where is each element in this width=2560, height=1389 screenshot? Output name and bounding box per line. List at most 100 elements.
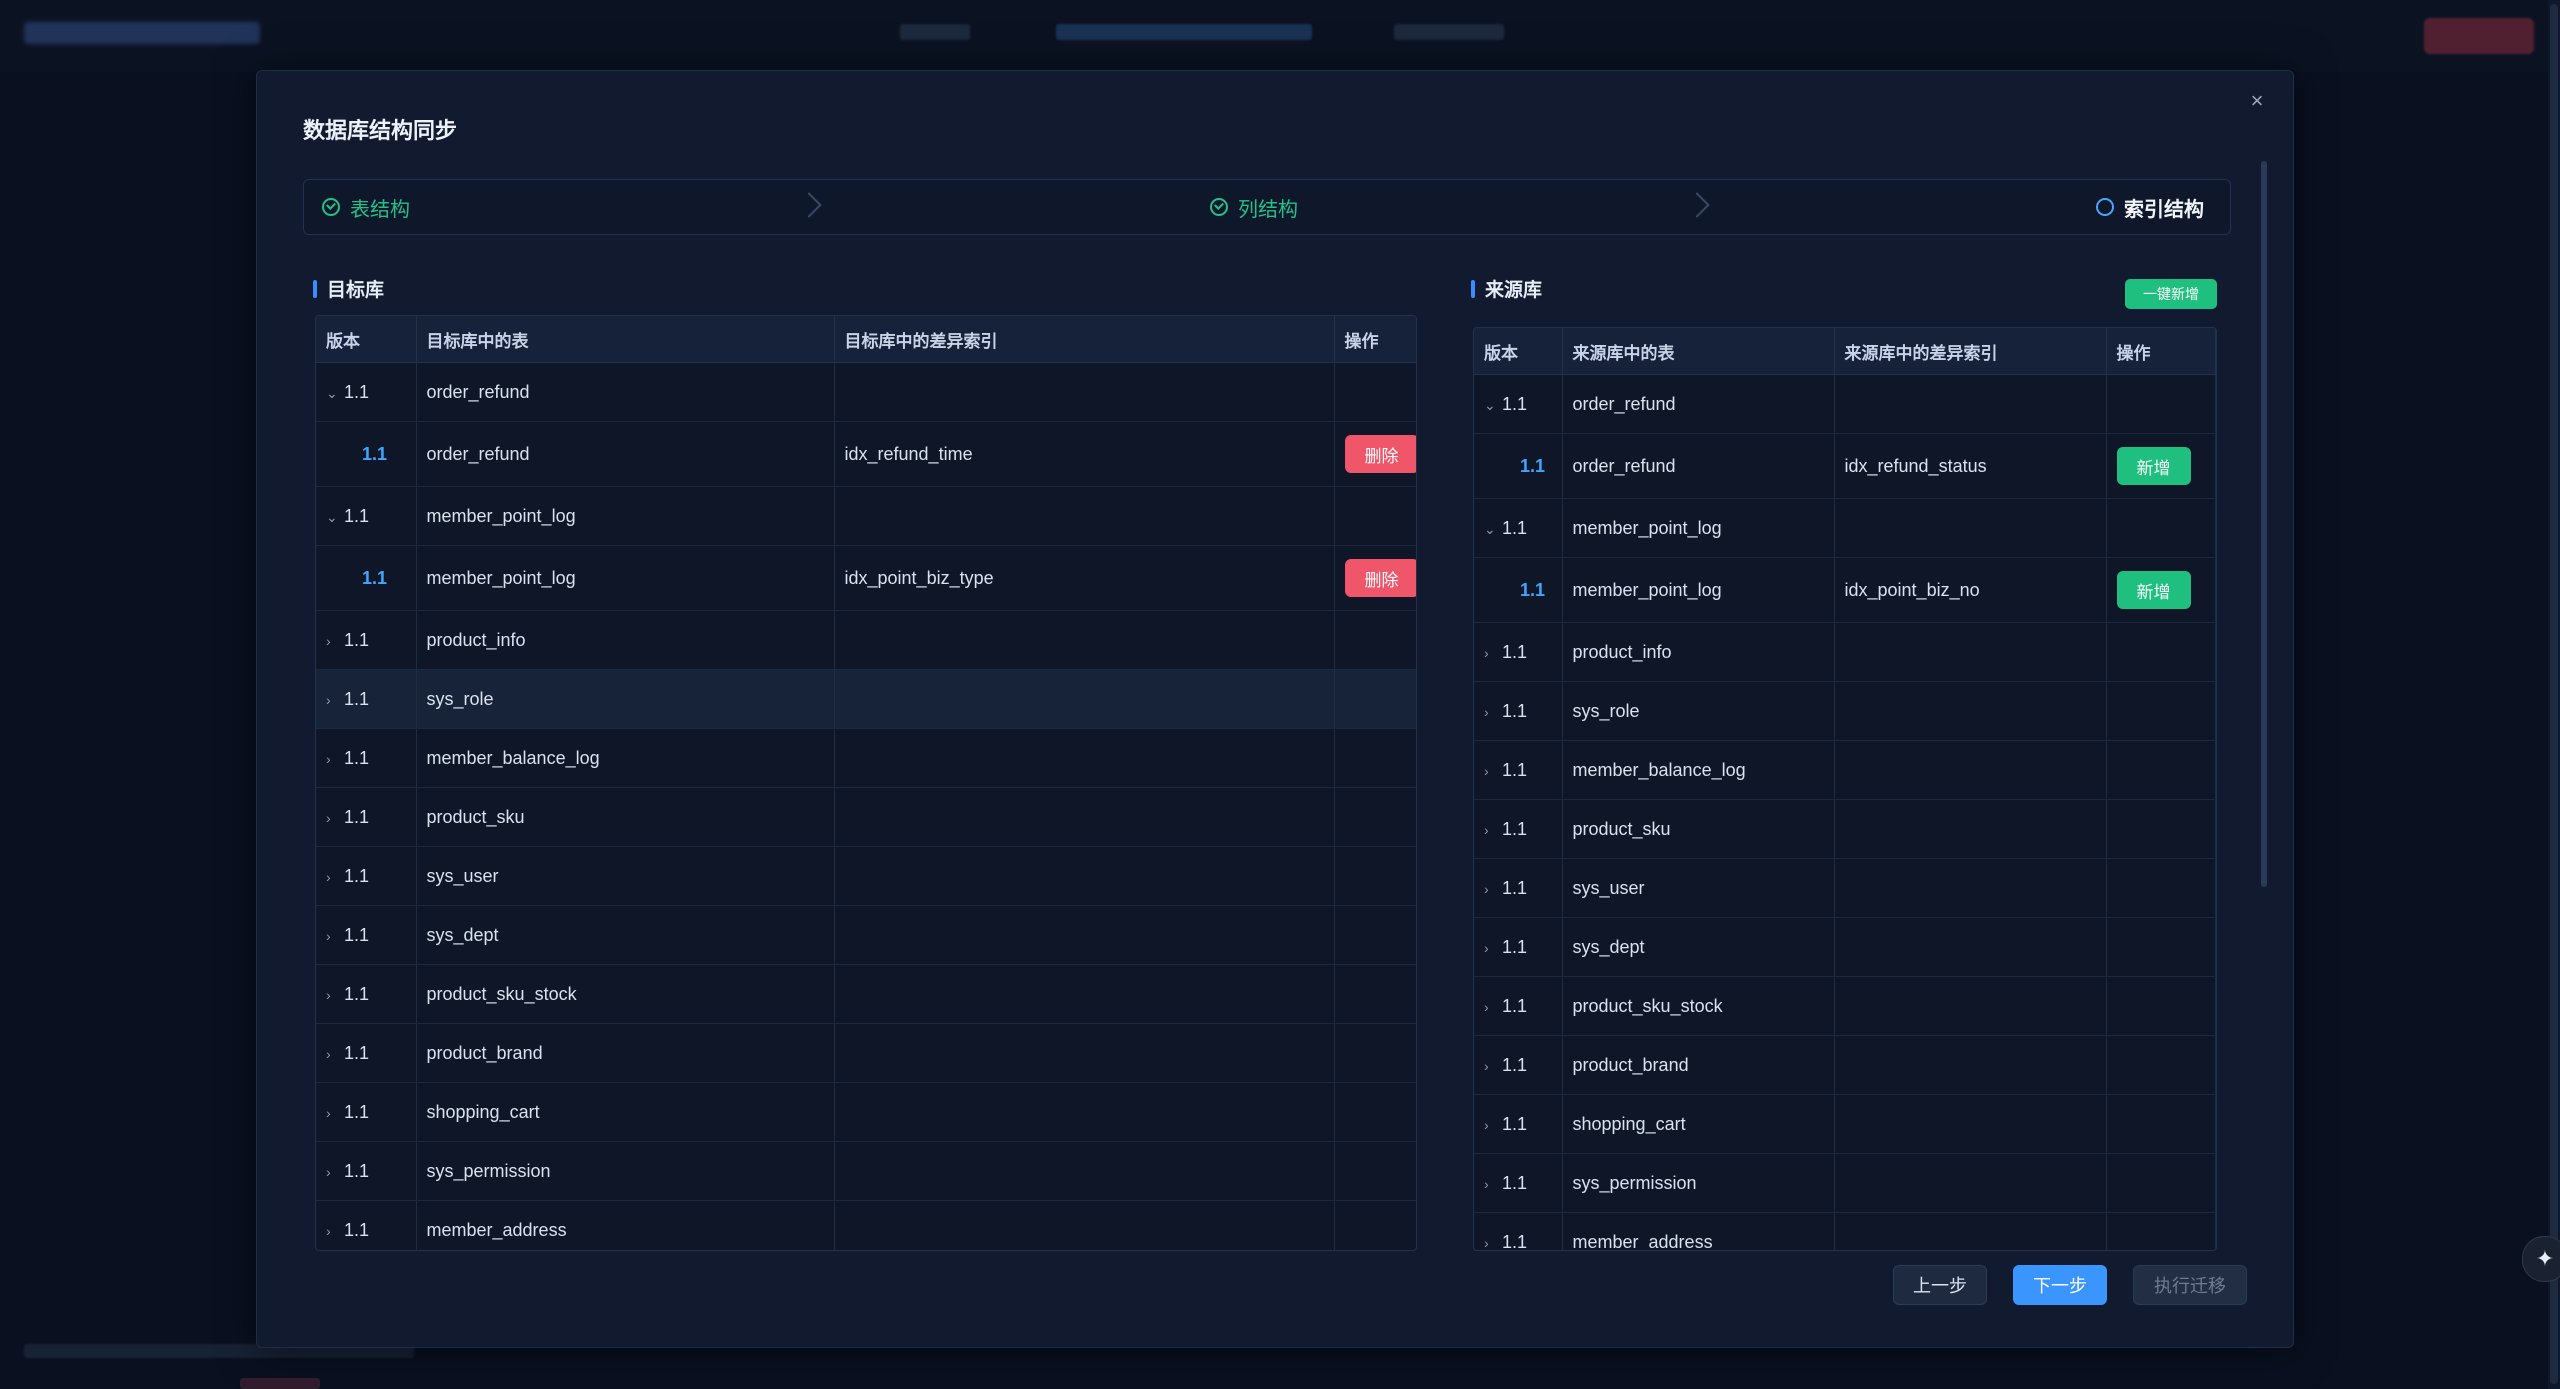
table-row[interactable]: › 1.1 sys_role xyxy=(316,669,1416,729)
chevron-right-icon[interactable]: › xyxy=(1484,763,1502,779)
table-row[interactable]: › 1.1 member_address xyxy=(316,1200,1416,1250)
chevron-right-icon[interactable]: › xyxy=(1484,645,1502,661)
chevron-down-icon[interactable]: ⌄ xyxy=(326,385,344,402)
index-name-cell xyxy=(1834,976,2107,1036)
chevron-right-icon[interactable]: › xyxy=(326,869,344,885)
version-label: 1.1 xyxy=(344,629,370,650)
table-row[interactable]: › 1.1 sys_dept xyxy=(316,905,1416,965)
page-scrollbar-thumb[interactable] xyxy=(2550,4,2558,1384)
chevron-right-icon[interactable]: › xyxy=(326,633,344,649)
step-index-structure[interactable]: 索引结构 xyxy=(2096,180,2204,234)
next-step-button[interactable]: 下一步 xyxy=(2013,1265,2107,1305)
table-row[interactable]: › 1.1 sys_dept xyxy=(1474,917,2216,977)
chevron-right-icon[interactable]: › xyxy=(1484,1117,1502,1133)
table-row[interactable]: › 1.1 sys_permission xyxy=(316,1141,1416,1201)
index-name-cell xyxy=(834,787,1335,847)
add-index-button[interactable]: 新增 xyxy=(2116,571,2191,609)
action-cell xyxy=(1334,1082,1416,1142)
add-index-button[interactable]: 新增 xyxy=(2116,447,2191,485)
version-label: 1.1 xyxy=(1502,818,1528,839)
table-name-cell: member_address xyxy=(416,1200,835,1250)
version-cell: › 1.1 xyxy=(316,1082,417,1142)
previous-step-button[interactable]: 上一步 xyxy=(1893,1265,1987,1305)
table-row[interactable]: ⌄ 1.1 order_refund xyxy=(1474,374,2216,434)
chevron-right-icon[interactable]: › xyxy=(326,692,344,708)
chevron-right-icon[interactable]: › xyxy=(326,928,344,944)
action-cell xyxy=(2106,681,2216,741)
chevron-down-icon[interactable]: ⌄ xyxy=(1484,521,1502,538)
close-icon[interactable]: × xyxy=(2243,87,2271,115)
chevron-right-icon[interactable]: › xyxy=(1484,881,1502,897)
table-row[interactable]: › 1.1 product_brand xyxy=(1474,1035,2216,1095)
action-cell xyxy=(1334,905,1416,965)
version-cell: › 1.1 xyxy=(1474,1094,1563,1154)
table-row[interactable]: › 1.1 sys_user xyxy=(316,846,1416,906)
version-cell: › 1.1 xyxy=(316,610,417,670)
table-row[interactable]: › 1.1 product_brand xyxy=(316,1023,1416,1083)
add-all-button[interactable]: 一键新增 xyxy=(2125,279,2217,309)
action-cell xyxy=(1334,1023,1416,1083)
column-header-version: 版本 xyxy=(316,316,417,363)
chevron-right-icon[interactable]: › xyxy=(1484,1176,1502,1192)
chevron-right-icon[interactable]: › xyxy=(326,1105,344,1121)
step-table-structure[interactable]: 表结构 xyxy=(322,180,410,234)
version-label: 1.1 xyxy=(1502,700,1528,721)
chevron-down-icon[interactable]: ⌄ xyxy=(1484,397,1502,414)
table-row[interactable]: ⌄ 1.1 order_refund xyxy=(316,362,1416,422)
step-indicator: 表结构 列结构 索引结构 xyxy=(303,179,2231,235)
table-row[interactable]: › 1.1 shopping_cart xyxy=(1474,1094,2216,1154)
chevron-right-icon[interactable]: › xyxy=(1484,999,1502,1015)
sparkle-icon[interactable]: ✦ xyxy=(2522,1236,2560,1282)
table-row[interactable]: › 1.1 product_sku_stock xyxy=(316,964,1416,1024)
chevron-right-icon[interactable]: › xyxy=(326,810,344,826)
action-cell: 删除 xyxy=(1334,421,1416,487)
chevron-down-icon[interactable]: ⌄ xyxy=(326,509,344,526)
table-row[interactable]: › 1.1 sys_user xyxy=(1474,858,2216,918)
column-header-version: 版本 xyxy=(1474,328,1563,375)
step-column-structure[interactable]: 列结构 xyxy=(1210,180,1298,234)
table-row[interactable]: › 1.1 member_address xyxy=(1474,1212,2216,1251)
table-row[interactable]: › 1.1 product_info xyxy=(316,610,1416,670)
version-cell: › 1.1 xyxy=(316,905,417,965)
chevron-right-icon[interactable]: › xyxy=(326,751,344,767)
index-row[interactable]: 1.1 member_point_log idx_point_biz_no 新增 xyxy=(1474,557,2216,623)
chevron-right-icon[interactable]: › xyxy=(326,1223,344,1239)
table-row[interactable]: › 1.1 product_sku_stock xyxy=(1474,976,2216,1036)
chevron-right-icon[interactable]: › xyxy=(1484,704,1502,720)
chevron-right-icon[interactable]: › xyxy=(1484,940,1502,956)
table-row[interactable]: › 1.1 member_balance_log xyxy=(1474,740,2216,800)
table-row[interactable]: › 1.1 product_sku xyxy=(316,787,1416,847)
version-label: 1.1 xyxy=(1502,393,1528,414)
table-row[interactable]: › 1.1 sys_role xyxy=(1474,681,2216,741)
table-name-cell: product_sku_stock xyxy=(1562,976,1835,1036)
chevron-right-icon[interactable]: › xyxy=(1484,822,1502,838)
version-label: 1.1 xyxy=(1502,1054,1528,1075)
table-row[interactable]: › 1.1 shopping_cart xyxy=(316,1082,1416,1142)
table-row[interactable]: ⌄ 1.1 member_point_log xyxy=(1474,498,2216,558)
table-name-cell: sys_role xyxy=(1562,681,1835,741)
table-row[interactable]: ⌄ 1.1 member_point_log xyxy=(316,486,1416,546)
column-header-index: 来源库中的差异索引 xyxy=(1834,328,2107,375)
table-row[interactable]: › 1.1 product_sku xyxy=(1474,799,2216,859)
action-cell xyxy=(1334,1141,1416,1201)
chevron-right-icon[interactable]: › xyxy=(326,1046,344,1062)
index-row[interactable]: 1.1 member_point_log idx_point_biz_type 删除 xyxy=(316,545,1416,611)
chevron-right-icon[interactable]: › xyxy=(326,1164,344,1180)
table-row[interactable]: › 1.1 product_info xyxy=(1474,622,2216,682)
chevron-right-icon[interactable]: › xyxy=(1484,1058,1502,1074)
index-row[interactable]: 1.1 order_refund idx_refund_status 新增 xyxy=(1474,433,2216,499)
delete-index-button[interactable]: 删除 xyxy=(1344,435,1415,473)
version-label: 1.1 xyxy=(344,983,370,1004)
chevron-right-icon[interactable]: › xyxy=(326,987,344,1003)
index-name-cell xyxy=(834,846,1335,906)
table-row[interactable]: › 1.1 member_balance_log xyxy=(316,728,1416,788)
execute-migration-button[interactable]: 执行迁移 xyxy=(2133,1265,2247,1305)
delete-index-button[interactable]: 删除 xyxy=(1344,559,1415,597)
version-cell: › 1.1 xyxy=(1474,976,1563,1036)
chevron-right-icon[interactable]: › xyxy=(1484,1235,1502,1251)
index-row[interactable]: 1.1 order_refund idx_refund_time 删除 xyxy=(316,421,1416,487)
chevron-right-icon xyxy=(1684,192,1710,218)
table-row[interactable]: › 1.1 sys_permission xyxy=(1474,1153,2216,1213)
version-cell: ⌄ 1.1 xyxy=(316,486,417,546)
dialog-scrollbar-thumb[interactable] xyxy=(2261,161,2267,887)
